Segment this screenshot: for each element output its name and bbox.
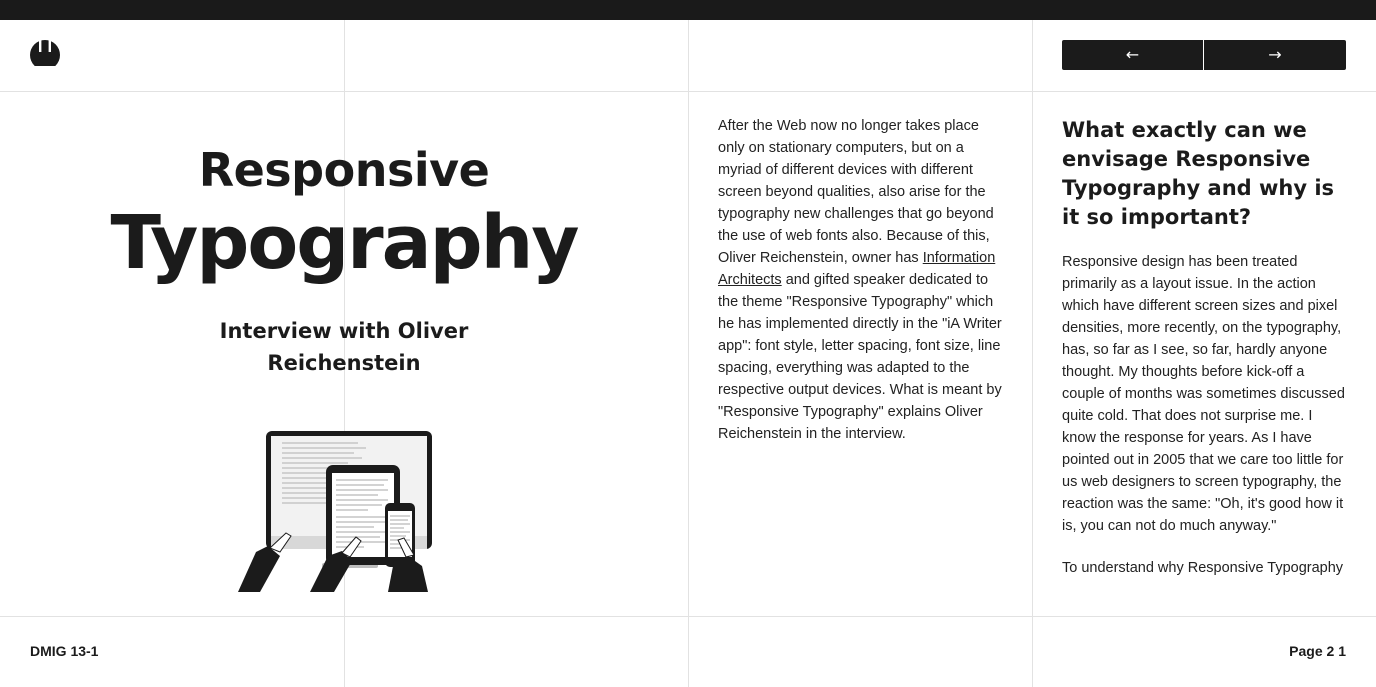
article-title-line-1: Responsive xyxy=(198,143,490,197)
arrow-right-icon: → xyxy=(1268,45,1282,64)
interview-answer: Responsive design has been treated prima… xyxy=(1062,251,1350,599)
article-subtitle: Interview with Oliver Reichenstein xyxy=(219,319,469,375)
devices-illustration xyxy=(238,425,438,592)
answer-paragraph: Responsive design has been treated prima… xyxy=(1062,254,1345,534)
top-bar xyxy=(0,0,1376,20)
page-number: Page 2 1 xyxy=(1289,643,1346,659)
intro-text-part-1: After the Web now no longer takes place … xyxy=(718,118,994,266)
grid-line xyxy=(688,20,689,687)
intro-text-part-2: and gifted speaker dedicated to the them… xyxy=(718,272,1002,442)
interview-question: What exactly can we envisage Responsive … xyxy=(1062,118,1335,229)
article-title-line-2: Typography xyxy=(110,200,579,286)
header-divider xyxy=(0,91,1376,92)
answer-paragraph: To understand why Responsive Typography xyxy=(1062,560,1344,576)
grid-line xyxy=(1032,20,1033,687)
footer-divider xyxy=(0,616,1376,617)
intro-text: After the Web now no longer takes place … xyxy=(718,115,1008,445)
next-page-button[interactable]: → xyxy=(1204,40,1346,70)
issue-label: DMIG 13-1 xyxy=(30,643,99,659)
logo-icon[interactable] xyxy=(30,40,60,70)
previous-page-button[interactable]: ← xyxy=(1062,40,1203,70)
arrow-left-icon: ← xyxy=(1125,45,1140,64)
